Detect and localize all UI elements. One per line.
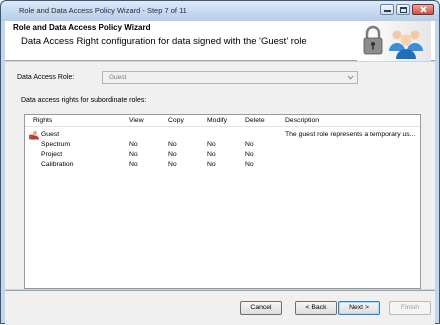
row-view[interactable]: No (129, 151, 138, 158)
row-delete[interactable]: No (245, 141, 254, 148)
cancel-button[interactable]: Cancel (240, 301, 282, 315)
minimize-button[interactable] (380, 4, 394, 15)
row-modify[interactable]: No (207, 161, 216, 168)
role-icon (29, 130, 39, 140)
row-modify[interactable]: No (207, 141, 216, 148)
role-dropdown-value: Guest (109, 74, 127, 81)
wizard-footer: Cancel < Back Next > Finish (5, 291, 435, 325)
maximize-button[interactable] (396, 4, 410, 15)
column-view[interactable]: View (129, 117, 144, 124)
row-delete[interactable]: No (245, 161, 254, 168)
grid-header: Rights View Copy Modify Delete Descripti… (25, 115, 420, 127)
row-copy[interactable]: No (168, 161, 177, 168)
row-copy[interactable]: No (168, 141, 177, 148)
row-view[interactable]: No (129, 141, 138, 148)
subroles-label: Data access rights for subordinate roles… (21, 97, 147, 104)
window-controls (380, 4, 434, 15)
table-row-guest[interactable]: Guest The guest role represents a tempor… (25, 130, 420, 140)
wizard-header: Role and Data Access Policy Wizard Data … (5, 21, 435, 61)
minimize-icon (383, 10, 391, 12)
table-row-project[interactable]: Project No No No No (25, 150, 420, 160)
column-description[interactable]: Description (285, 117, 319, 124)
window-title: Role and Data Access Policy Wizard - Ste… (19, 6, 187, 15)
header-illustration (357, 21, 431, 61)
title-bar[interactable]: Role and Data Access Policy Wizard - Ste… (1, 1, 439, 21)
row-name: Spectrum (41, 141, 71, 148)
column-delete[interactable]: Delete (245, 117, 265, 124)
role-dropdown[interactable]: Guest (102, 71, 358, 84)
column-copy[interactable]: Copy (168, 117, 184, 124)
role-label: Data Access Role: (17, 74, 75, 81)
row-copy[interactable]: No (168, 151, 177, 158)
rights-grid[interactable]: Rights View Copy Modify Delete Descripti… (24, 114, 421, 289)
finish-button[interactable]: Finish (389, 301, 431, 315)
row-delete[interactable]: No (245, 151, 254, 158)
row-modify[interactable]: No (207, 151, 216, 158)
column-modify[interactable]: Modify (207, 117, 227, 124)
wizard-content: Data Access Role: Guest Data access righ… (5, 62, 435, 289)
row-name: Project (41, 151, 63, 158)
row-guest-name: Guest (41, 131, 60, 138)
row-view[interactable]: No (129, 161, 138, 168)
column-rights[interactable]: Rights (33, 117, 52, 124)
next-button[interactable]: Next > (338, 301, 380, 315)
chevron-down-icon (347, 75, 354, 80)
close-button[interactable] (412, 4, 434, 15)
close-icon (419, 6, 427, 13)
wizard-window: Role and Data Access Policy Wizard - Ste… (0, 0, 440, 325)
table-row-calibration[interactable]: Calibration No No No No (25, 160, 420, 170)
row-name: Calibration (41, 161, 74, 168)
back-button[interactable]: < Back (295, 301, 337, 315)
row-guest-description: The guest role represents a temporary us… (285, 131, 416, 138)
maximize-icon (399, 6, 407, 13)
header-subtitle: Data Access Right configuration for data… (21, 36, 307, 47)
table-row-spectrum[interactable]: Spectrum No No No No (25, 140, 420, 150)
header-title: Role and Data Access Policy Wizard (13, 23, 151, 32)
